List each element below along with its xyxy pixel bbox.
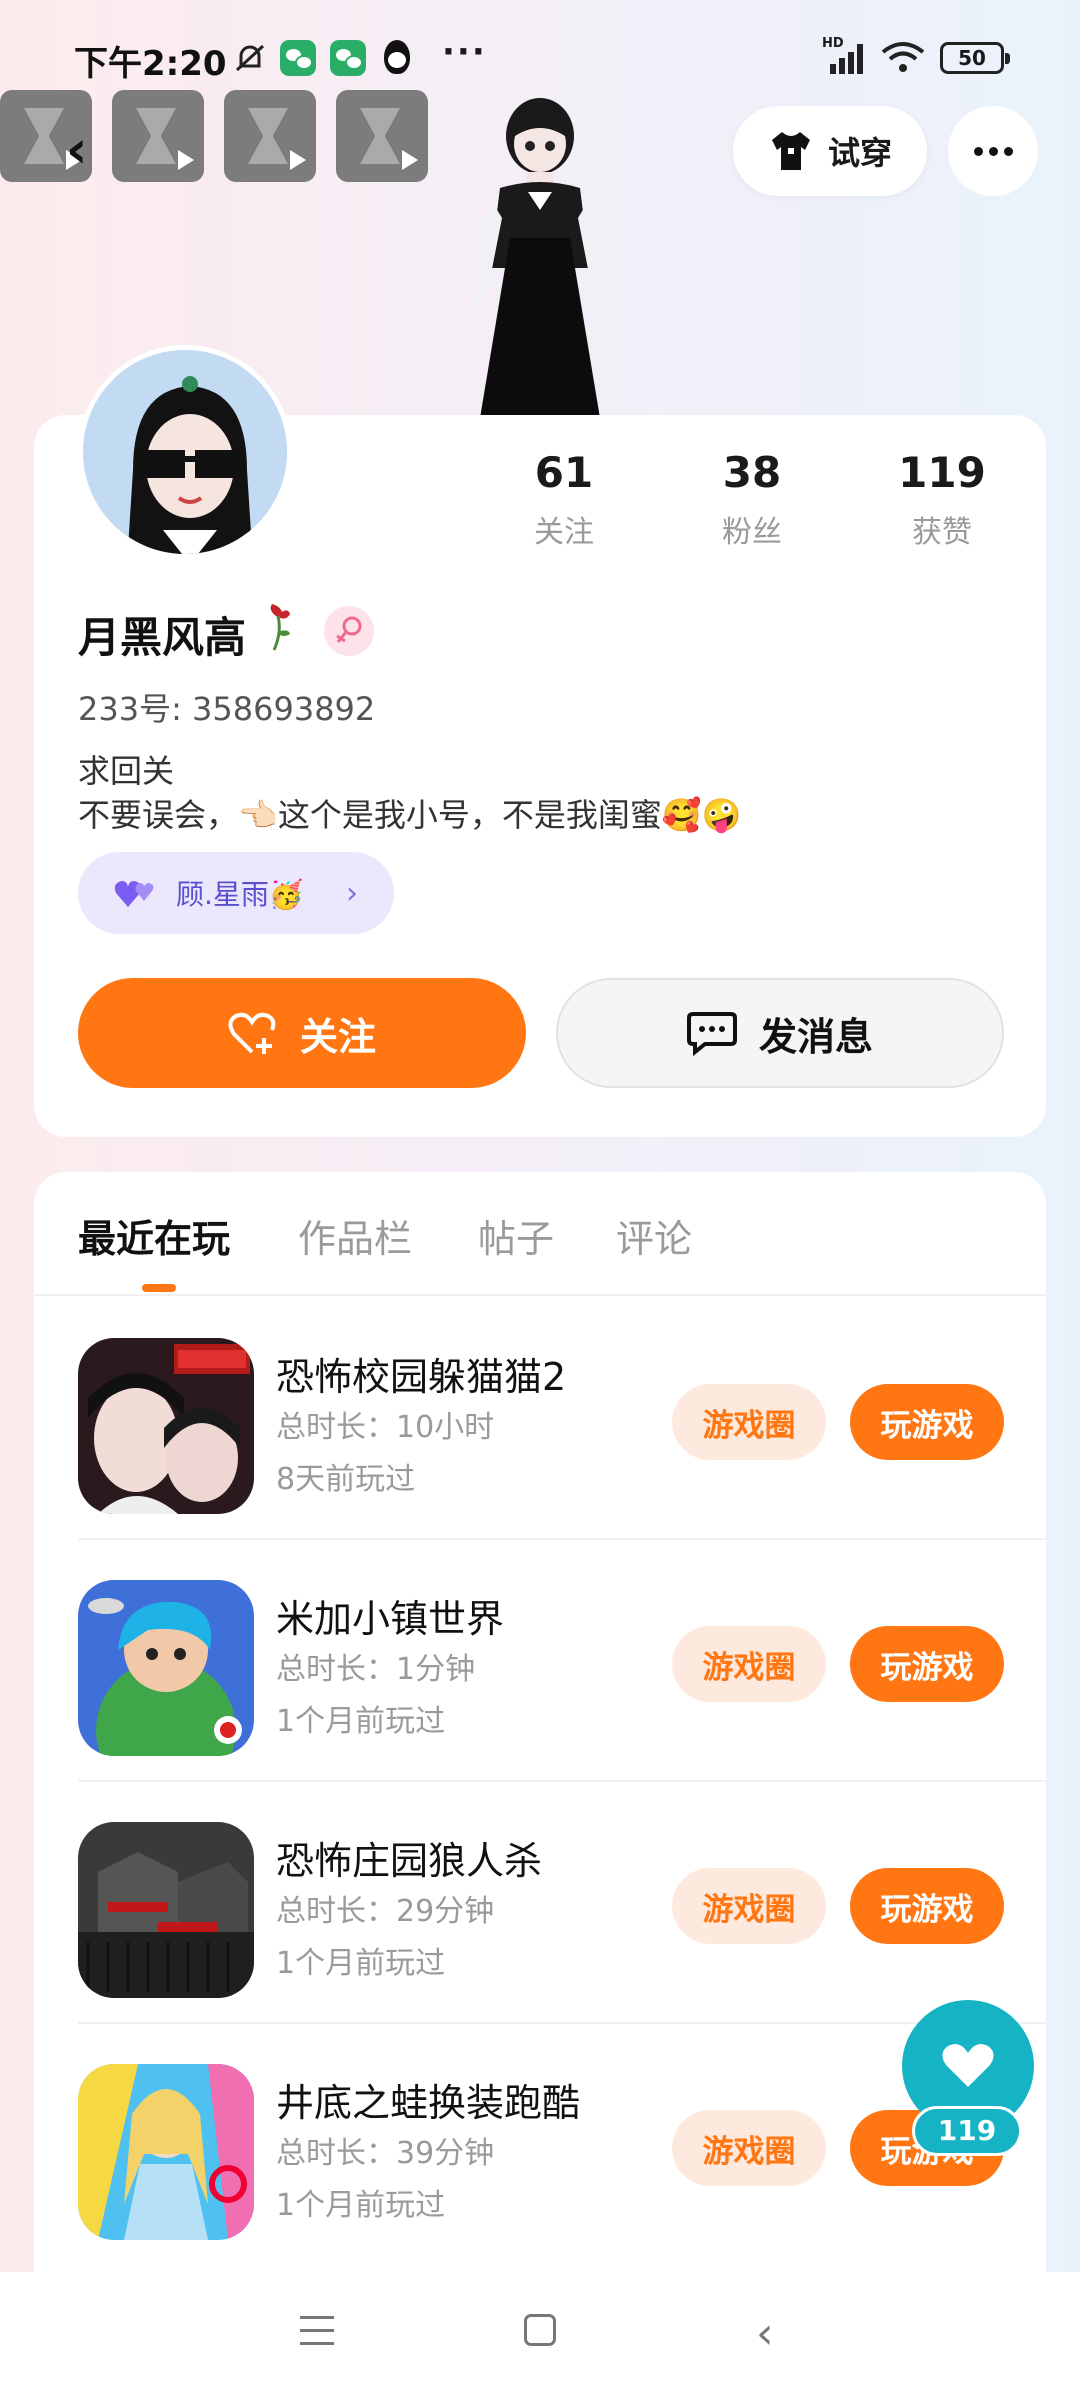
game-duration: 总时长：39分钟	[276, 2136, 495, 2171]
stat-likes[interactable]: 119 获赞	[872, 448, 1012, 551]
bio-line: 不要误会，👈🏻这个是我小号，不是我闺蜜🥰🤪	[78, 796, 742, 834]
chevron-right-icon: ›	[346, 875, 358, 911]
back-nav-icon[interactable]: ‹	[756, 2308, 774, 2359]
game-name: 米加小镇世界	[276, 1597, 505, 1641]
signal-icon	[830, 40, 870, 74]
game-duration: 总时长：1分钟	[276, 1652, 476, 1687]
stat-followers[interactable]: 38 粉丝	[682, 448, 822, 551]
loading-thumbnail	[224, 90, 316, 182]
list-item[interactable]: 井底之蛙换装跑酷 总时长：39分钟 1个月前玩过 游戏圈 玩游戏	[34, 2024, 1046, 2266]
game-name: 恐怖庄园狼人杀	[276, 1839, 543, 1883]
stat-label: 关注	[534, 515, 594, 550]
user-id: 233号: 358693892	[78, 690, 376, 728]
game-duration: 总时长：29分钟	[276, 1894, 495, 1929]
follow-label: 关注	[299, 1014, 376, 1059]
stat-value: 119	[898, 448, 986, 497]
game-last-played: 1个月前玩过	[276, 1946, 446, 1981]
home-icon[interactable]	[524, 2314, 556, 2346]
game-circle-button[interactable]: 游戏圈	[672, 1626, 826, 1702]
game-icon	[78, 1580, 254, 1756]
game-last-played: 1个月前玩过	[276, 2188, 446, 2223]
avatar-image	[83, 350, 287, 554]
play-game-button[interactable]: 玩游戏	[850, 1384, 1004, 1460]
stat-label: 粉丝	[722, 515, 782, 550]
list-item[interactable]: 米加小镇世界 总时长：1分钟 1个月前玩过 游戏圈 玩游戏	[34, 1540, 1046, 1782]
game-icon	[78, 2064, 254, 2240]
game-circle-button[interactable]: 游戏圈	[672, 2110, 826, 2186]
bio-line: 求回关	[78, 752, 175, 790]
avatar[interactable]	[78, 345, 292, 559]
character-figure	[470, 98, 610, 418]
tab-works[interactable]: 作品栏	[298, 1208, 412, 1263]
username: 月黑风高	[78, 613, 247, 662]
game-icon	[78, 1822, 254, 1998]
game-last-played: 1个月前玩过	[276, 1704, 446, 1739]
female-gender-icon	[324, 606, 374, 656]
stat-value: 61	[534, 448, 594, 497]
divider	[34, 1294, 1046, 1296]
game-circle-button[interactable]: 游戏圈	[672, 1384, 826, 1460]
like-count-badge: 119	[912, 2106, 1022, 2156]
list-item[interactable]: 恐怖校园躲猫猫2 总时长：10小时 8天前玩过 游戏圈 玩游戏	[34, 1298, 1046, 1540]
tshirt-icon	[771, 132, 810, 170]
follow-button[interactable]: 关注	[78, 978, 526, 1088]
status-time: 下午2:20	[74, 44, 227, 84]
recent-apps-icon[interactable]	[300, 2316, 334, 2346]
stat-label: 获赞	[912, 515, 972, 550]
stat-following[interactable]: 61 关注	[494, 448, 634, 551]
tab-indicator	[142, 1284, 176, 1292]
wechat-icon	[330, 40, 366, 76]
mute-bell-icon	[235, 44, 265, 72]
qq-icon	[384, 40, 410, 74]
chat-bubble-icon	[686, 1012, 737, 1056]
tab-comments[interactable]: 评论	[616, 1208, 692, 1263]
game-name: 恐怖校园躲猫猫2	[276, 1355, 567, 1399]
play-game-button[interactable]: 玩游戏	[850, 1868, 1004, 1944]
wilted-rose-icon	[270, 604, 290, 651]
try-on-label: 试穿	[827, 134, 892, 172]
system-nav-bar: ‹	[0, 2272, 1080, 2400]
loading-thumbnail	[336, 90, 428, 182]
tab-posts[interactable]: 帖子	[478, 1208, 554, 1263]
game-duration: 总时长：10小时	[276, 1410, 495, 1445]
game-name: 井底之蛙换装跑酷	[276, 2081, 581, 2125]
friend-tag-label: 顾.星雨🥳	[176, 878, 304, 911]
game-last-played: 8天前玩过	[276, 1462, 416, 1497]
game-icon	[78, 1338, 254, 1514]
wifi-icon	[881, 42, 925, 72]
heart-plus-icon	[228, 1012, 276, 1054]
try-on-button[interactable]: 试穿	[733, 106, 927, 196]
double-heart-icon	[114, 881, 154, 907]
back-button[interactable]: ‹	[66, 120, 87, 180]
heart-icon	[942, 2044, 994, 2087]
battery-level: 50	[958, 46, 986, 70]
play-game-button[interactable]: 玩游戏	[850, 1626, 1004, 1702]
tab-recently-played[interactable]: 最近在玩	[78, 1208, 230, 1263]
list-item[interactable]: 恐怖庄园狼人杀 总时长：29分钟 1个月前玩过 游戏圈 玩游戏	[34, 1782, 1046, 2024]
game-circle-button[interactable]: 游戏圈	[672, 1868, 826, 1944]
more-notifications-icon: ···	[442, 32, 487, 72]
loading-thumbnail	[112, 90, 204, 182]
friend-tag[interactable]: 顾.星雨🥳 ›	[78, 852, 394, 934]
message-button[interactable]: 发消息	[556, 978, 1004, 1088]
wechat-icon	[280, 40, 316, 76]
message-label: 发消息	[758, 1014, 873, 1059]
more-options-button[interactable]	[948, 106, 1038, 196]
battery-icon: 50	[940, 42, 1010, 74]
stat-value: 38	[722, 448, 782, 497]
